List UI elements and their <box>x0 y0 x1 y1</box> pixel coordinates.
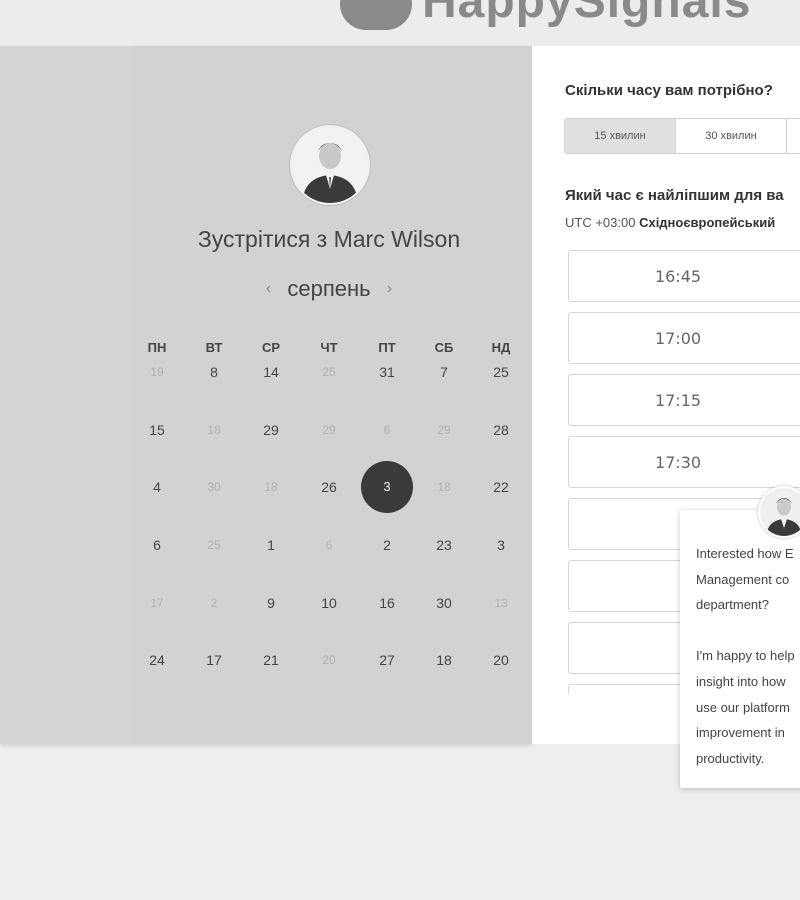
calendar-day[interactable]: 20 <box>481 651 521 669</box>
calendar-day: 13 <box>494 596 508 610</box>
calendar-day[interactable]: 6 <box>137 536 177 554</box>
calendar-day[interactable]: 8 <box>194 363 234 381</box>
calendar-day[interactable]: 17 <box>194 651 234 669</box>
month-navigator: ‹ серпень › <box>132 276 526 302</box>
month-label: серпень <box>287 276 371 301</box>
chat-message: Interested how E Management co departmen… <box>696 546 795 766</box>
host-avatar <box>290 125 370 205</box>
person-icon <box>292 127 368 203</box>
calendar-day: 19 <box>150 365 164 379</box>
person-icon <box>760 488 800 536</box>
logo-bubble-tail <box>384 18 402 30</box>
calendar-day: 30 <box>207 480 221 494</box>
calendar-day: 18 <box>264 480 278 494</box>
calendar-day[interactable]: 7 <box>424 363 464 381</box>
calendar-day[interactable]: 16 <box>367 594 407 612</box>
calendar-day: 29 <box>322 423 336 437</box>
meeting-title: Зустрітися з Marc Wilson <box>197 226 461 252</box>
calendar-day: 18 <box>207 423 221 437</box>
calendar-day[interactable]: 31 <box>367 363 407 381</box>
calendar-day[interactable]: 21 <box>251 651 291 669</box>
calendar-day[interactable]: 2 <box>367 536 407 554</box>
weekday-label: СБ <box>434 340 454 355</box>
calendar-day: 29 <box>437 423 451 437</box>
calendar-day[interactable]: 1 <box>251 536 291 554</box>
header: HappySignals <box>0 0 800 46</box>
calendar-day[interactable]: 25 <box>481 363 521 381</box>
time-slot[interactable]: 17:00 <box>568 312 800 364</box>
calendar-day[interactable]: 26 <box>309 478 349 496</box>
calendar-day: 6 <box>383 423 391 437</box>
calendar-day: 20 <box>322 653 336 667</box>
calendar-day: 18 <box>437 480 451 494</box>
time-slot[interactable]: 16:45 <box>568 250 800 302</box>
calendar-day-selected[interactable]: 3 <box>361 461 413 513</box>
calendar-day[interactable]: 29 <box>251 421 291 439</box>
calendar-day[interactable]: 3 <box>481 536 521 554</box>
weekday-label: ЧТ <box>320 340 338 355</box>
calendar-day[interactable]: 30 <box>424 594 464 612</box>
time-slot[interactable]: 17:15 <box>568 374 800 426</box>
calendar-day: 17 <box>150 596 164 610</box>
weekday-label: ВТ <box>205 340 223 355</box>
calendar-day[interactable]: 14 <box>251 363 291 381</box>
weekday-label: НД <box>491 340 511 355</box>
calendar-day[interactable]: 24 <box>137 651 177 669</box>
brand-logo: HappySignals <box>422 0 752 28</box>
calendar-day[interactable]: 28 <box>481 421 521 439</box>
calendar-day[interactable]: 22 <box>481 478 521 496</box>
calendar-day: 25 <box>322 365 336 379</box>
weekday-label: ПТ <box>378 340 396 355</box>
weekday-label: СР <box>261 340 281 355</box>
calendar-day[interactable]: 10 <box>309 594 349 612</box>
chevron-right-icon[interactable]: › <box>387 280 392 298</box>
calendar-day[interactable]: 15 <box>137 421 177 439</box>
chevron-left-icon[interactable]: ‹ <box>266 280 271 298</box>
calendar-day[interactable]: 9 <box>251 594 291 612</box>
calendar-day: 6 <box>325 538 333 552</box>
calendar-day[interactable]: 18 <box>424 651 464 669</box>
calendar-day: 25 <box>207 538 221 552</box>
calendar-day[interactable]: 23 <box>424 536 464 554</box>
time-slot[interactable]: 17:30 <box>568 436 800 488</box>
weekday-label: ПН <box>147 340 167 355</box>
calendar-day[interactable]: 27 <box>367 651 407 669</box>
calendar-day[interactable]: 4 <box>137 478 177 496</box>
calendar-day: 2 <box>210 596 218 610</box>
